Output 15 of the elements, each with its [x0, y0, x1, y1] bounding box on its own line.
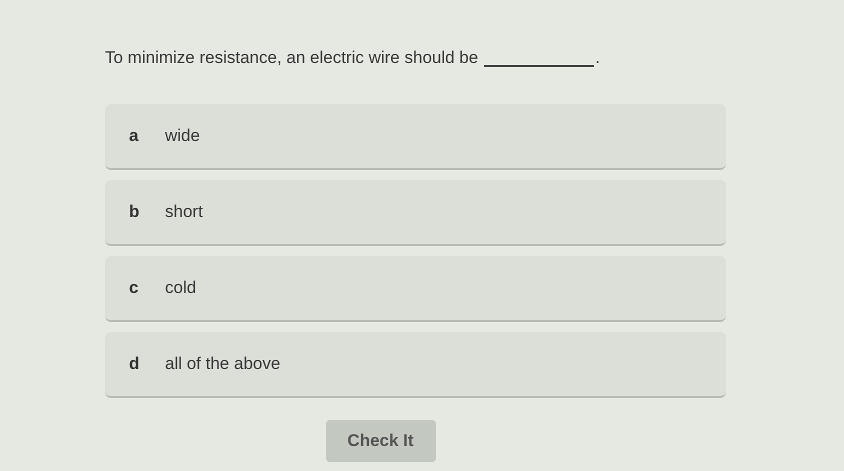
option-letter: d: [129, 353, 140, 376]
option-letter: b: [129, 201, 140, 224]
option-letter: c: [129, 277, 140, 300]
answer-option[interactable]: b short: [105, 180, 726, 246]
option-label: wide: [165, 125, 200, 148]
question-end: .: [595, 46, 600, 68]
option-letter: a: [129, 125, 140, 148]
fill-in-line[interactable]: [484, 65, 594, 67]
answer-option[interactable]: a wide: [105, 104, 726, 170]
question-text: To minimize resistance, an electric wire should be: [105, 46, 478, 68]
answer-option[interactable]: c cold: [105, 256, 726, 322]
option-label: cold: [165, 277, 196, 300]
option-label: short: [165, 201, 203, 224]
answer-option[interactable]: d all of the above: [105, 332, 726, 398]
option-label: all of the above: [165, 353, 280, 376]
